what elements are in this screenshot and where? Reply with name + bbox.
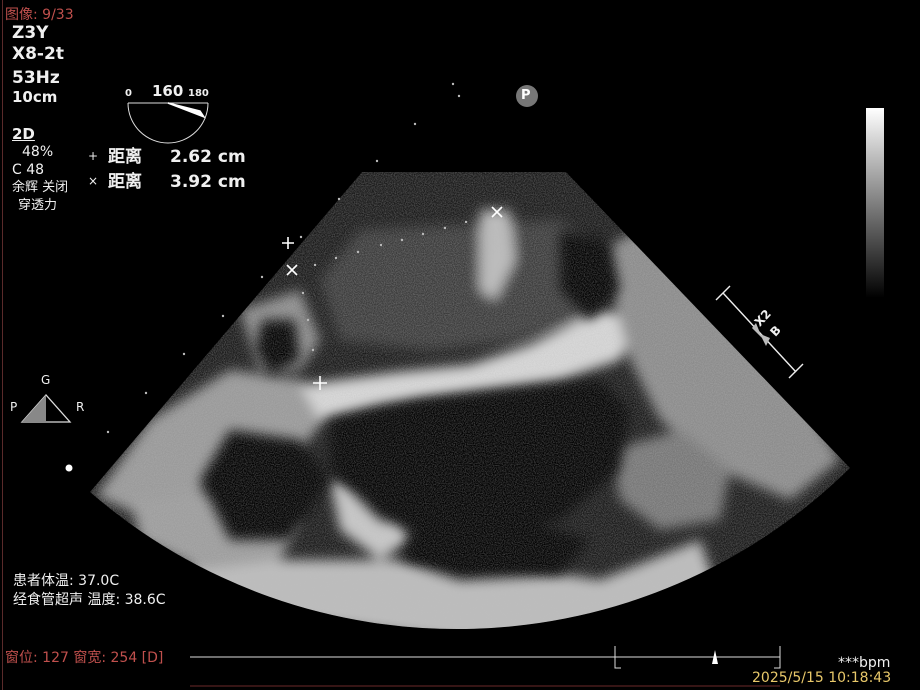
probe-temperature: 经食管超声 温度: 38.6C: [13, 592, 166, 608]
persistence-value: 余辉 关闭: [12, 180, 69, 195]
left-depth-ticks: [2, 0, 9, 690]
window-level: 窗位: 127 窗宽: 254 [D]: [5, 650, 164, 666]
probe-name: X8-2t: [12, 44, 64, 64]
orientation-right-label: R: [76, 400, 85, 414]
angle-indicator: [127, 102, 209, 144]
frame-rate: 53Hz: [12, 68, 60, 88]
mode-label: 2D: [12, 125, 35, 143]
measurement-value: 3.92 cm: [170, 172, 246, 192]
measurement-symbol: ×: [88, 174, 99, 188]
gain-value: 48%: [22, 144, 54, 160]
image-counter: 图像: 9/33: [5, 7, 74, 23]
measurement-row: + 距离 2.62 cm: [88, 149, 246, 166]
compression-value: C 48: [12, 162, 45, 178]
depth-value: 10cm: [12, 88, 58, 106]
timestamp: 2025/5/15 10:18:43: [752, 670, 892, 686]
measurement-label: 距离: [108, 172, 142, 192]
patient-temperature: 患者体温: 37.0C: [13, 573, 120, 589]
measurement-value: 2.62 cm: [170, 147, 246, 167]
angle-value: 160: [152, 82, 184, 100]
heart-rate: ***bpm: [838, 655, 891, 671]
penetration-value: 穿透力: [18, 198, 58, 213]
measurement-symbol: +: [88, 149, 99, 163]
patient-code: Z3Y: [12, 23, 49, 43]
ultrasound-image: [20, 82, 850, 687]
orientation-marker: [20, 394, 72, 423]
orientation-left-label: P: [10, 400, 18, 414]
angle-max: 180: [188, 88, 209, 99]
measurement-row: × 距离 3.92 cm: [88, 174, 246, 191]
orientation-top-label: G: [41, 373, 51, 387]
grayscale-bar: [866, 108, 884, 298]
pole-badge-label: P: [521, 88, 531, 103]
angle-min: 0: [125, 88, 132, 99]
measurement-label: 距离: [108, 147, 142, 167]
